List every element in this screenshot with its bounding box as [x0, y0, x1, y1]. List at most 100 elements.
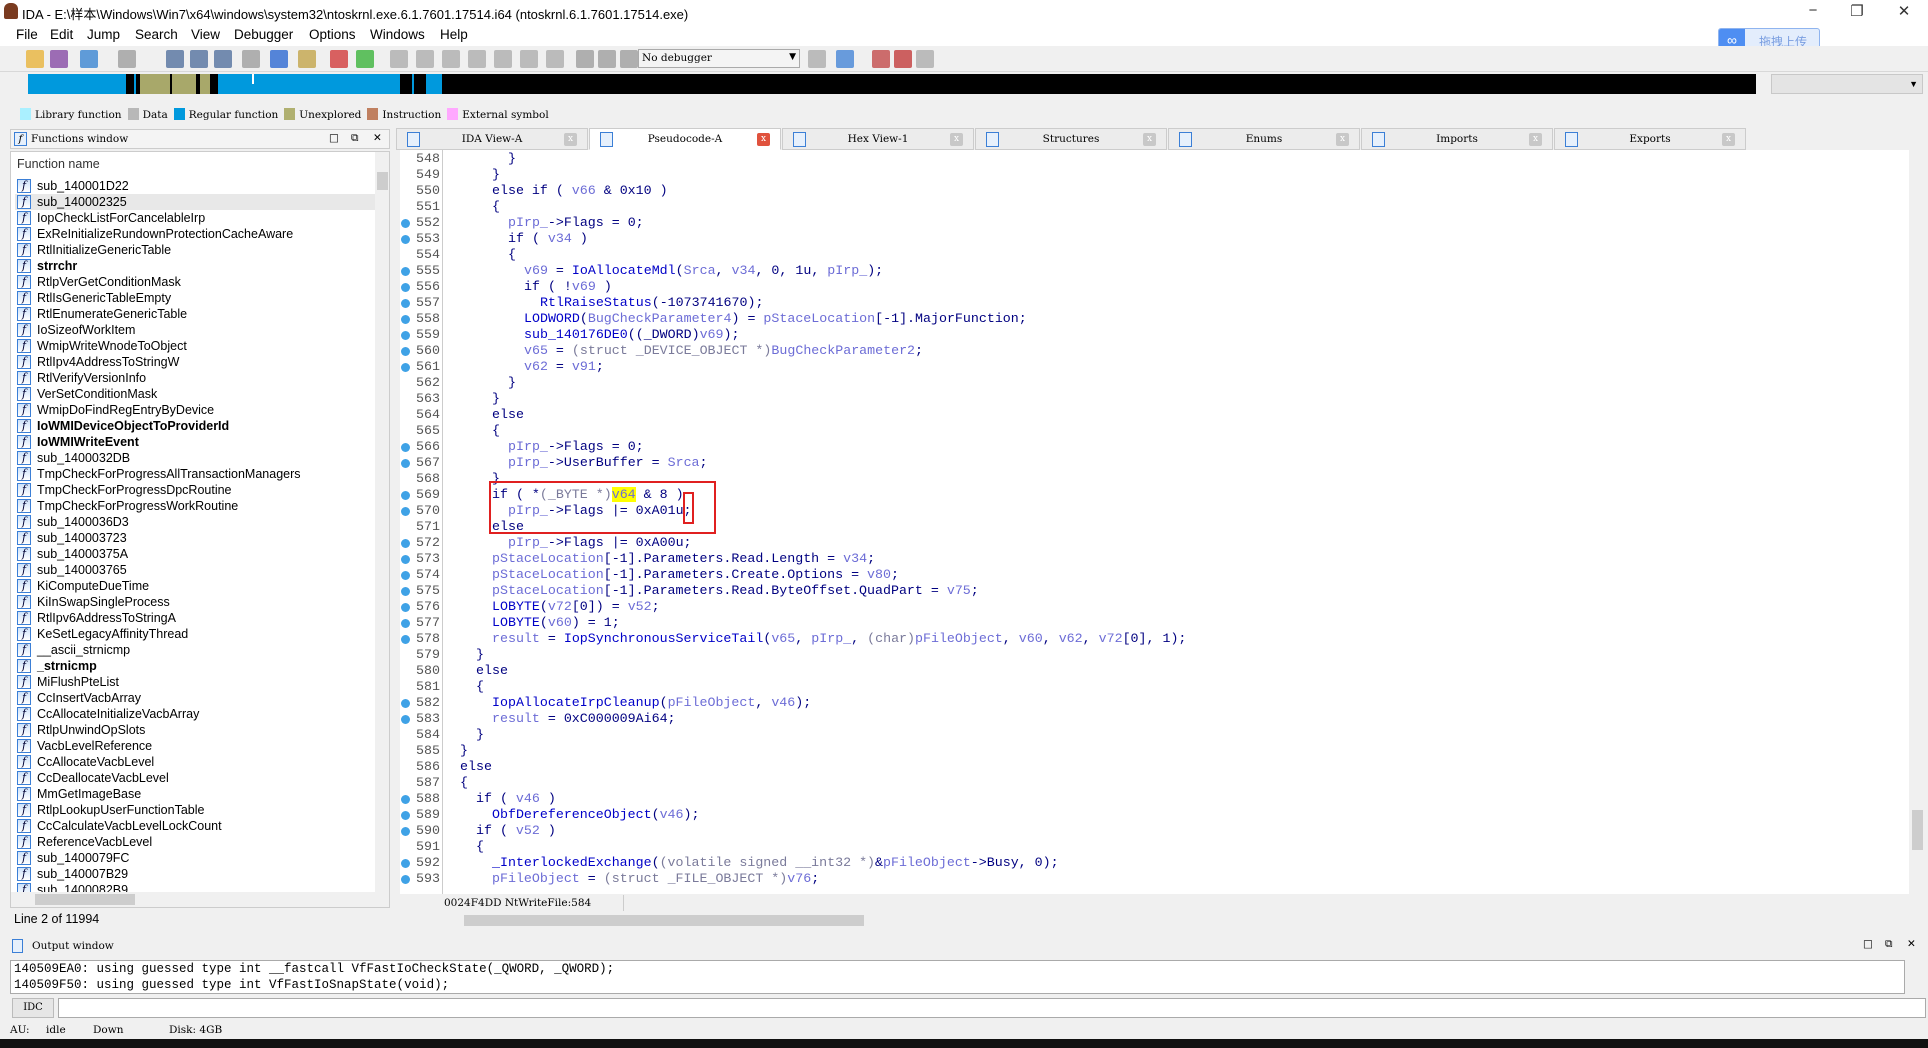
code-line[interactable]: 552 pIrp_->Flags = 0;: [400, 215, 1900, 231]
function-list-item[interactable]: f KiComputeDueTime: [15, 578, 375, 594]
scroll-thumb[interactable]: [377, 172, 388, 190]
function-list-item[interactable]: f TmpCheckForProgressAllTransactionManage…: [15, 466, 375, 482]
function-list-item[interactable]: f sub_140002325: [15, 194, 375, 210]
function-list-item[interactable]: f RtlpUnwindOpSlots: [15, 722, 375, 738]
code-line[interactable]: 572 pIrp_->Flags |= 0xA00u;: [400, 535, 1900, 551]
code-line[interactable]: 559 sub_140176DE0((_DWORD)v69);: [400, 327, 1900, 343]
float-panel-icon[interactable]: ⧉: [351, 132, 359, 145]
pseudocode-horizontal-scrollbar[interactable]: [444, 913, 1909, 928]
close-panel-icon[interactable]: ✕: [1907, 938, 1916, 950]
code-line[interactable]: 573 pStaceLocation[-1].Parameters.Read.Le…: [400, 551, 1900, 567]
function-list-item[interactable]: f IopCheckListForCancelableIrp: [15, 210, 375, 226]
function-list-item[interactable]: f RtlEnumerateGenericTable: [15, 306, 375, 322]
breakpoint-dot[interactable]: [401, 699, 410, 708]
hex-icon[interactable]: [166, 50, 184, 68]
open-icon[interactable]: [26, 50, 44, 68]
breakpoint-dot[interactable]: [401, 315, 410, 324]
close-tab-icon[interactable]: x: [757, 133, 770, 146]
text-icon[interactable]: [190, 50, 208, 68]
restore-button[interactable]: ❐: [1842, 2, 1872, 20]
code-line[interactable]: 587 {: [400, 775, 1900, 791]
breakpoint-dot[interactable]: [401, 875, 410, 884]
code-line[interactable]: 592 _InterlockedExchange((volatile signed…: [400, 855, 1900, 871]
report-icon[interactable]: [872, 50, 890, 68]
functions-list[interactable]: Function name f sub_140001D22 f sub_1400023…: [10, 151, 390, 908]
code-line[interactable]: 556 if ( !v69 ): [400, 279, 1900, 295]
breakpoint-dot[interactable]: [401, 235, 410, 244]
breakpoint-dot[interactable]: [401, 267, 410, 276]
code-line[interactable]: 579}: [400, 647, 1900, 663]
column-header-function-name[interactable]: Function name: [17, 157, 100, 171]
code-line[interactable]: 551 {: [400, 199, 1900, 215]
code-line[interactable]: 566 pIrp_->Flags = 0;: [400, 439, 1900, 455]
function-list-item[interactable]: f CcDeallocateVacbLevel: [15, 770, 375, 786]
function-list-item[interactable]: f sub_1400032DB: [15, 450, 375, 466]
function-list-item[interactable]: f strrchr: [15, 258, 375, 274]
close-tab-icon[interactable]: x: [1336, 133, 1349, 146]
function-list-item[interactable]: f sub_140003765: [15, 562, 375, 578]
function-list-item[interactable]: f IoWMIWriteEvent: [15, 434, 375, 450]
function-list-item[interactable]: f MmGetImageBase: [15, 786, 375, 802]
string-icon[interactable]: [442, 50, 460, 68]
array-icon[interactable]: [520, 50, 538, 68]
scroll-thumb[interactable]: [1912, 810, 1923, 850]
navigation-dropdown[interactable]: ▼: [1771, 74, 1923, 94]
function-list-item[interactable]: f RtlpVerGetConditionMask: [15, 274, 375, 290]
code-line[interactable]: 588 if ( v46 ): [400, 791, 1900, 807]
breakpoint-dot[interactable]: [401, 299, 410, 308]
function-list-item[interactable]: f RtlIsGenericTableEmpty: [15, 290, 375, 306]
menu-jump[interactable]: Jump: [87, 27, 120, 42]
binary-icon[interactable]: [214, 50, 232, 68]
menu-options[interactable]: Options: [309, 27, 356, 42]
breakpoint-dot[interactable]: [401, 827, 410, 836]
struct-icon[interactable]: [468, 50, 486, 68]
maximize-panel-icon[interactable]: □: [1863, 938, 1873, 950]
code-line[interactable]: 582 IopAllocateIrpCleanup(pFileObject, v4…: [400, 695, 1900, 711]
tab-imports[interactable]: Imports x: [1361, 128, 1553, 150]
back-icon[interactable]: [80, 50, 98, 68]
pseudocode-icon[interactable]: [836, 50, 854, 68]
menu-search[interactable]: Search: [135, 27, 178, 42]
breakpoint-dot[interactable]: [401, 347, 410, 356]
close-tab-icon[interactable]: x: [950, 133, 963, 146]
function-list-item[interactable]: f RtlVerifyVersionInfo: [15, 370, 375, 386]
pseudocode-vertical-scrollbar[interactable]: [1909, 150, 1926, 910]
code-line[interactable]: 561 v62 = v91;: [400, 359, 1900, 375]
menu-file[interactable]: File: [16, 27, 38, 42]
function-list-item[interactable]: f sub_1400036D3: [15, 514, 375, 530]
code-line[interactable]: 549}: [400, 167, 1900, 183]
play-icon[interactable]: [576, 50, 594, 68]
code-line[interactable]: 554 {: [400, 247, 1900, 263]
breakpoint-dot[interactable]: [401, 331, 410, 340]
tab-structures[interactable]: Structures x: [975, 128, 1167, 150]
code-line[interactable]: 593 pFileObject = (struct _FILE_OBJECT *)…: [400, 871, 1900, 887]
undefine-icon[interactable]: [546, 50, 564, 68]
float-panel-icon[interactable]: ⧉: [1885, 938, 1893, 951]
menu-view[interactable]: View: [191, 27, 220, 42]
search-icon[interactable]: [298, 50, 316, 68]
breakpoint-dot[interactable]: [401, 539, 410, 548]
code-line[interactable]: 560 v65 = (struct _DEVICE_OBJECT *)BugChe…: [400, 343, 1900, 359]
code-line[interactable]: 576 LOBYTE(v72[0]) = v52;: [400, 599, 1900, 615]
function-list-item[interactable]: f IoWMIDeviceObjectToProviderId: [15, 418, 375, 434]
idc-language-button[interactable]: IDC: [12, 998, 54, 1018]
tab-enums[interactable]: Enums x: [1168, 128, 1360, 150]
plugin-remove-icon[interactable]: [916, 50, 934, 68]
code-line[interactable]: 550 else if ( v66 & 0x10 ): [400, 183, 1900, 199]
code-line[interactable]: 558 LODWORD(BugCheckParameter4) = pStaceL…: [400, 311, 1900, 327]
code-line[interactable]: 565 {: [400, 423, 1900, 439]
function-list-item[interactable]: f ReferenceVacbLevel: [15, 834, 375, 850]
jump-icon[interactable]: [242, 50, 260, 68]
tab-ida-view-a[interactable]: IDA View-A x: [396, 128, 588, 150]
tab-pseudocode-a[interactable]: Pseudocode-A x: [589, 128, 781, 150]
breakpoint-dot[interactable]: [401, 635, 410, 644]
function-list-item[interactable]: f CcAllocateInitializeVacbArray: [15, 706, 375, 722]
breakpoint-dot[interactable]: [401, 859, 410, 868]
code-line[interactable]: 557 RtlRaiseStatus(-1073741670);: [400, 295, 1900, 311]
functions-horizontal-scrollbar[interactable]: [11, 892, 389, 907]
breakpoint-dot[interactable]: [401, 811, 410, 820]
warning-icon[interactable]: [330, 50, 348, 68]
function-list-item[interactable]: f WmipWriteWnodeToObject: [15, 338, 375, 354]
functions-vertical-scrollbar[interactable]: [375, 152, 389, 892]
menu-debugger[interactable]: Debugger: [234, 27, 293, 42]
